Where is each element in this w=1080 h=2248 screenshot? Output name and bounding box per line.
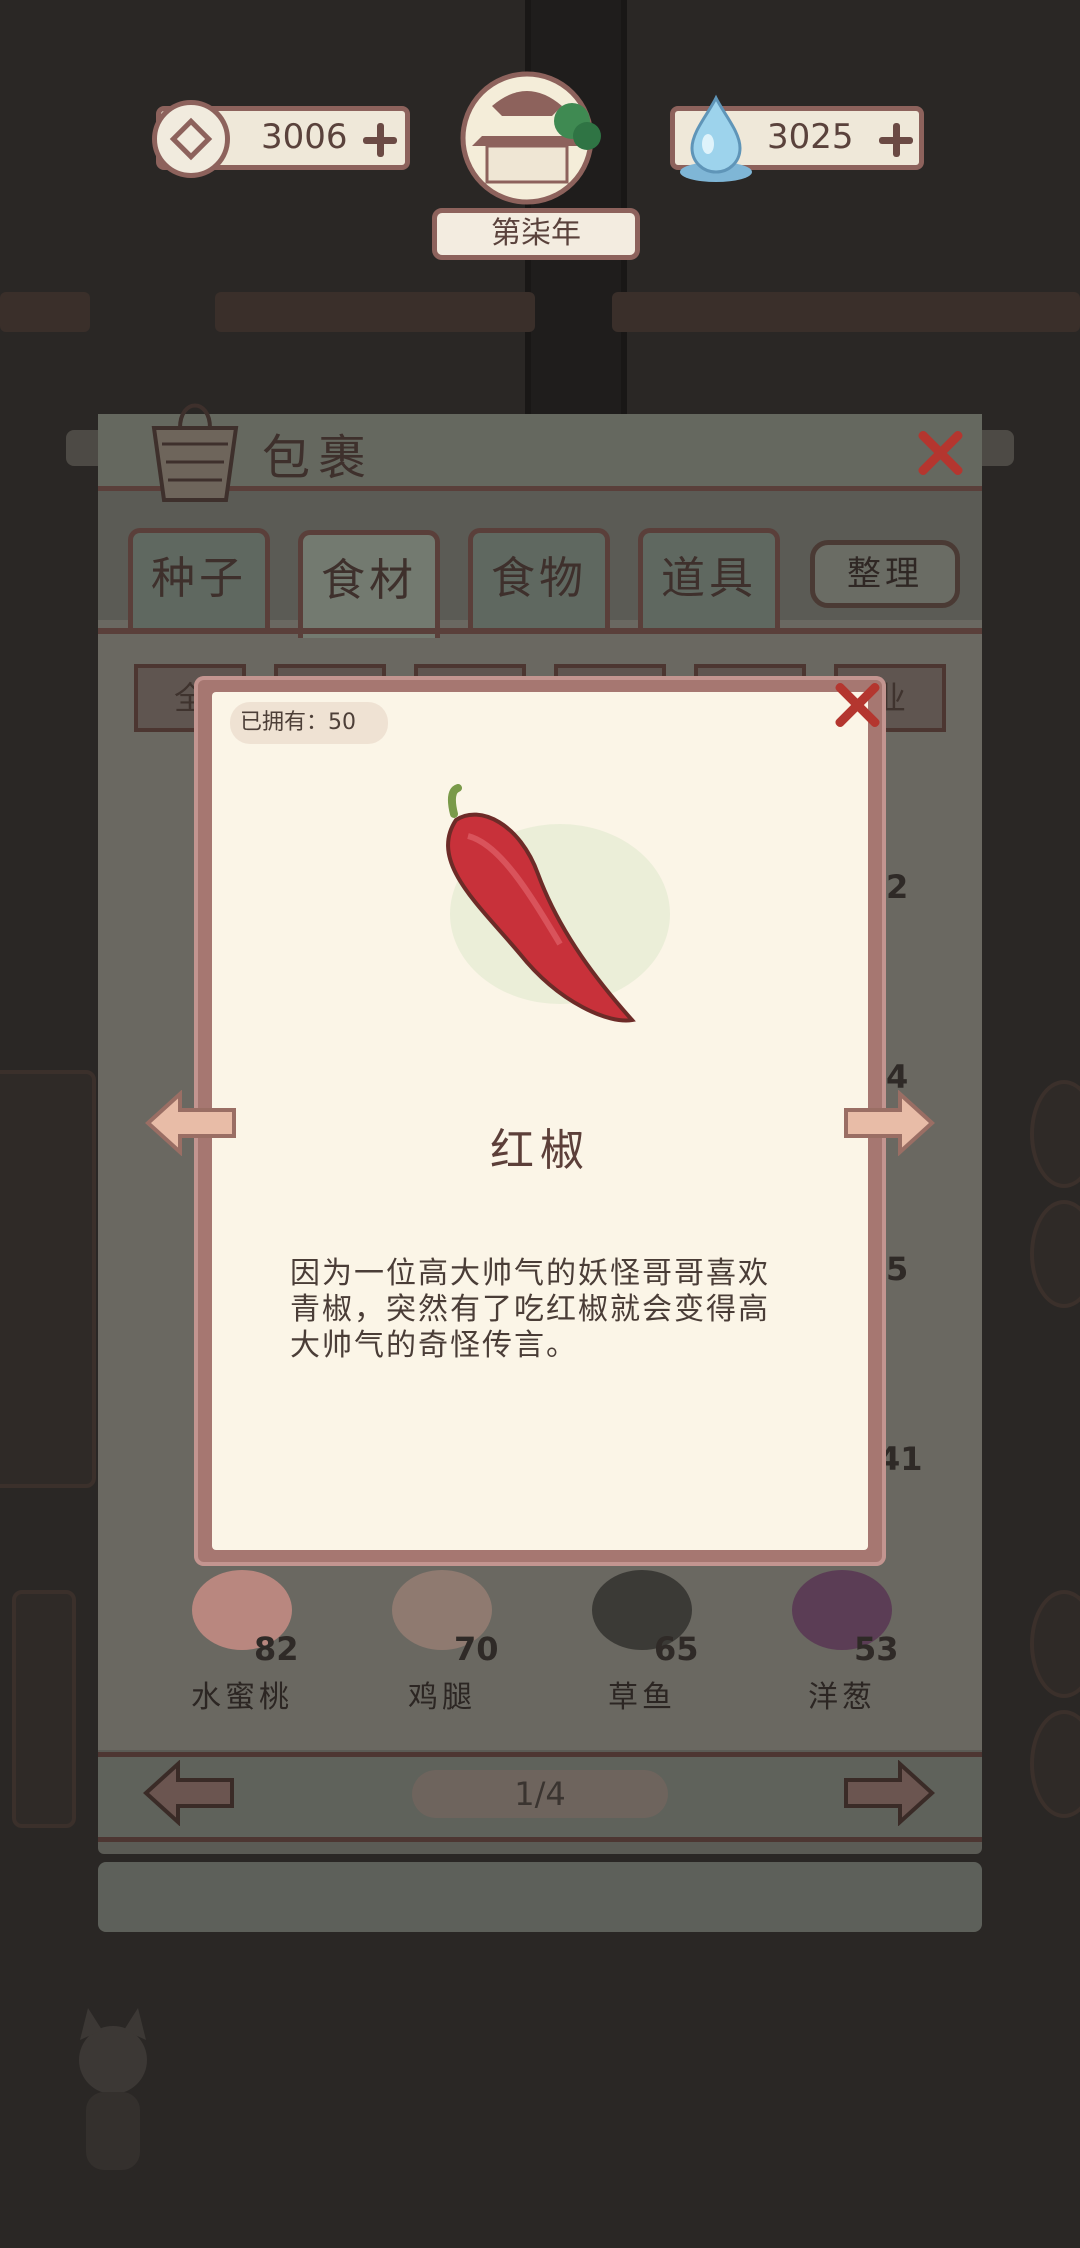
item-count: 70 [454,1630,499,1668]
tab-food[interactable]: 食物 [468,528,610,628]
item-count: 65 [654,1630,699,1668]
bag-title: 包裹 [262,430,375,486]
background-sign-left [12,1590,76,1828]
tab-ingredients[interactable]: 食材 [298,530,440,638]
spirit-drop-icon [680,94,752,182]
item-count-hidden-3: 5 [886,1250,909,1288]
character-sprite[interactable] [58,2000,168,2180]
item-count: 53 [854,1630,899,1668]
item-name: 鸡腿 [408,1680,476,1715]
item-name: 草鱼 [608,1680,676,1715]
item-chicken-leg[interactable]: 70 鸡腿 [362,1570,522,1715]
owned-count-badge: 已拥有：50 [230,702,388,744]
year-label: 第柒年 [432,208,640,260]
background-shelf-left [0,1070,96,1488]
item-detail-name: 红椒 [490,1125,590,1176]
add-coins-icon[interactable] [363,123,397,157]
sort-button[interactable]: 整理 [810,540,960,608]
background-beam-left [0,292,90,332]
add-spirit-icon[interactable] [879,123,913,157]
item-detail-description: 因为一位高大帅气的妖怪哥哥喜欢青椒，突然有了吃红椒就会变得高大帅气的奇怪传言。 [290,1256,770,1363]
close-modal-icon[interactable] [833,680,881,728]
red-pepper-icon [446,784,670,1023]
page-prev-arrow-icon[interactable] [142,1760,236,1826]
close-bag-icon[interactable] [916,428,964,476]
modal-next-arrow-icon[interactable] [842,1090,936,1156]
item-count: 82 [254,1630,299,1668]
coin-value: 3006 [261,117,348,157]
item-count-hidden-1: 2 [886,868,909,906]
item-peach[interactable]: 82 水蜜桃 [162,1570,322,1715]
scroll-rod-bottom [98,1862,982,1932]
item-grass-carp[interactable]: 65 草鱼 [562,1570,722,1715]
tab-divider [98,628,982,634]
spirit-value: 3025 [767,117,854,157]
pavilion-emblem-icon[interactable] [432,66,622,216]
modal-prev-arrow-icon[interactable] [144,1090,238,1156]
page-next-arrow-icon[interactable] [842,1760,936,1826]
basket-icon [151,403,239,502]
item-onion[interactable]: 53 洋葱 [762,1570,922,1715]
background-beam-right [612,292,1080,332]
item-name: 水蜜桃 [191,1680,293,1715]
tab-tools[interactable]: 道具 [638,528,780,628]
tab-seeds[interactable]: 种子 [128,528,270,628]
coin-icon [152,100,230,178]
item-name: 洋葱 [808,1680,876,1715]
background-beam-mid [215,292,535,332]
page-indicator: 1/4 [412,1770,668,1818]
